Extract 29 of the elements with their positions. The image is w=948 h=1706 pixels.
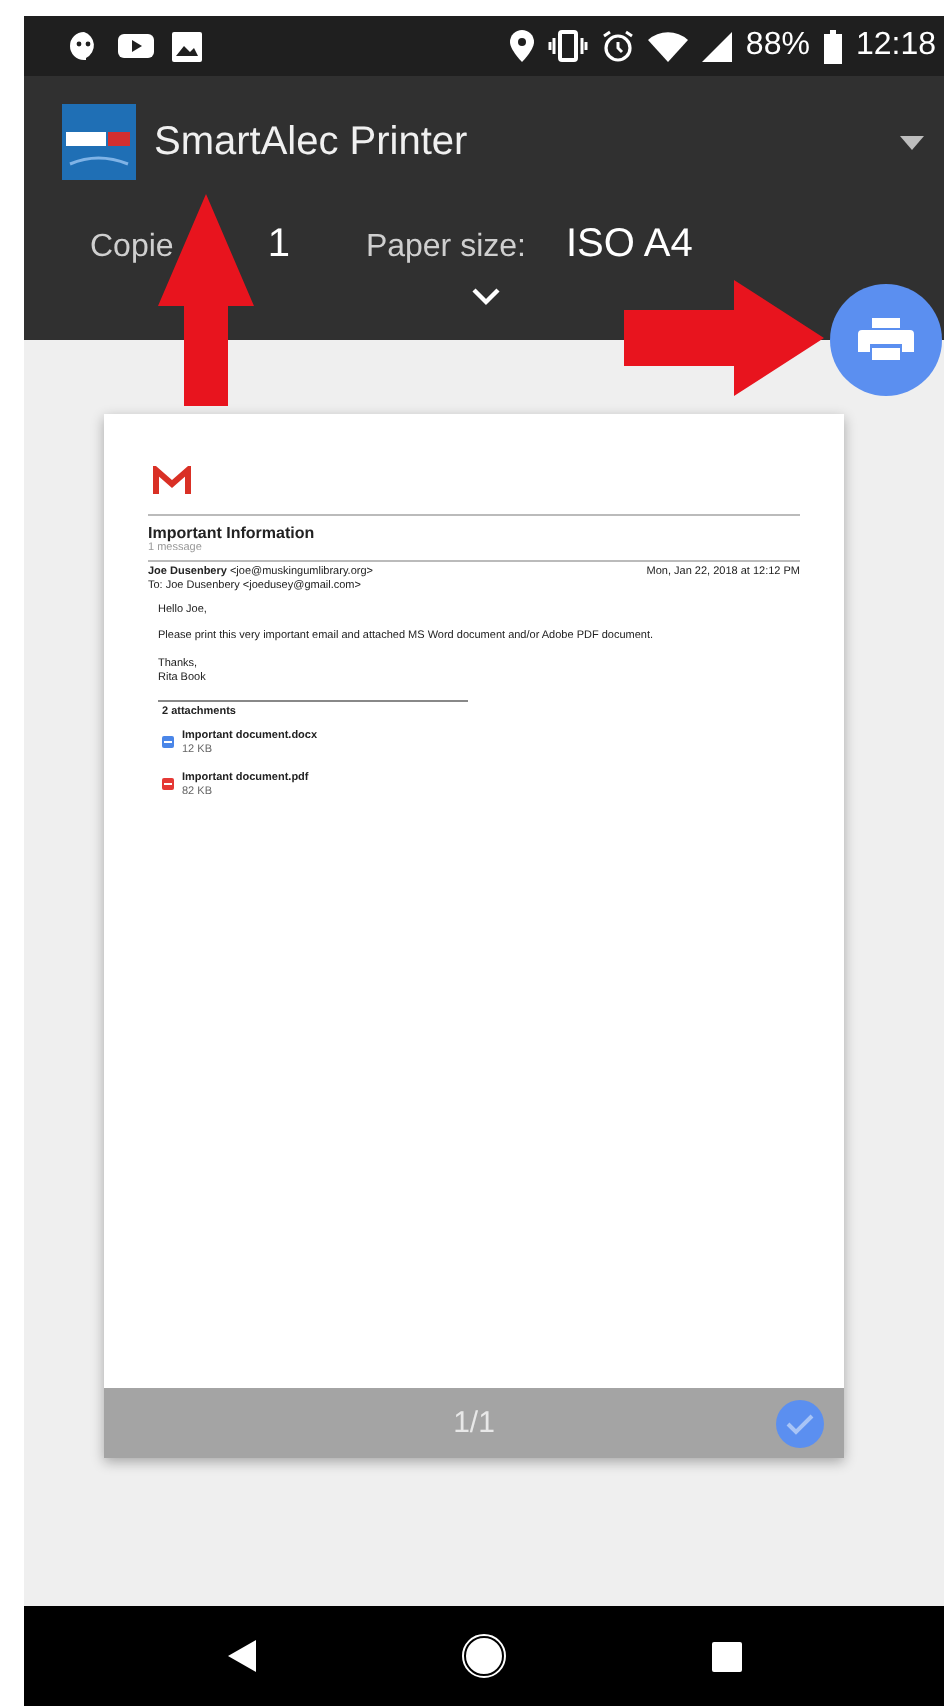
copies-value[interactable]: 1 bbox=[267, 222, 290, 268]
image-icon bbox=[172, 31, 202, 61]
printer-name[interactable]: SmartAlec Printer bbox=[154, 119, 900, 165]
chat-bubble-icon bbox=[68, 30, 100, 62]
app-logo-icon bbox=[62, 104, 136, 180]
mail-logo-icon bbox=[152, 466, 192, 496]
paper-size-value[interactable]: ISO A4 bbox=[565, 222, 693, 268]
wifi-icon bbox=[647, 31, 688, 61]
battery-icon bbox=[823, 29, 842, 63]
play-icon bbox=[118, 32, 154, 60]
back-icon[interactable] bbox=[227, 1640, 255, 1672]
clock-time: 12:18 bbox=[855, 28, 936, 64]
recents-icon[interactable] bbox=[711, 1641, 741, 1671]
email-subject: Important Information bbox=[148, 524, 317, 542]
paper-size-label: Paper size: bbox=[365, 230, 526, 266]
vibrate-icon bbox=[547, 30, 588, 62]
copies-label: Copie bbox=[90, 230, 174, 266]
dropdown-caret-icon[interactable] bbox=[900, 135, 924, 149]
home-icon[interactable] bbox=[461, 1634, 505, 1678]
signal-icon bbox=[701, 31, 732, 61]
file-icon bbox=[162, 735, 174, 748]
battery-percentage: 88% bbox=[745, 28, 810, 64]
check-circle-icon[interactable] bbox=[776, 1400, 824, 1448]
expand-chevron-icon[interactable] bbox=[472, 288, 500, 306]
print-button[interactable] bbox=[830, 284, 942, 396]
file-icon bbox=[162, 777, 174, 790]
page-number: 1/1 bbox=[453, 1406, 495, 1440]
alarm-icon bbox=[601, 30, 634, 62]
location-pin-icon bbox=[509, 30, 534, 62]
